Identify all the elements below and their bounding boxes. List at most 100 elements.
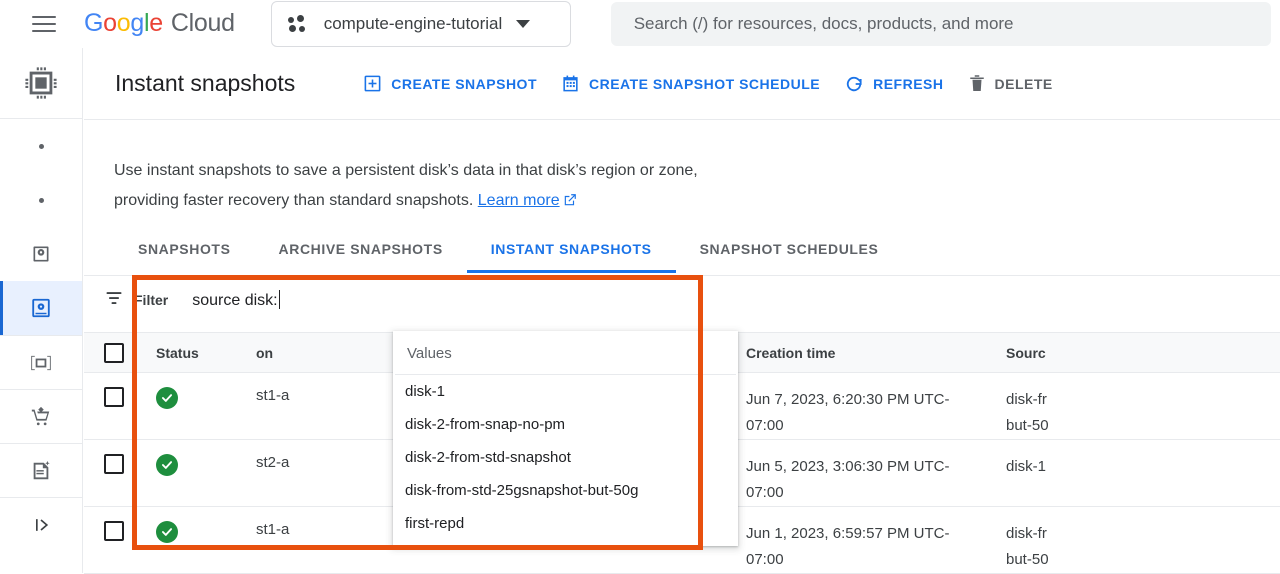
create-snapshot-label: CREATE SNAPSHOT [391, 75, 537, 92]
column-header-status[interactable]: Status [138, 345, 256, 361]
creation-time-line-2: 07:00 [746, 417, 784, 434]
left-rail [0, 48, 83, 573]
logo-letter-o2: o [116, 9, 131, 37]
learn-more-link[interactable]: Learn more [478, 192, 560, 209]
cell-status [138, 387, 256, 409]
cell-creation-time: Jun 5, 2023, 3:06:30 PM UTC- 07:00 [716, 454, 1006, 506]
column-header-creation-time[interactable]: Creation time [716, 340, 1006, 366]
tab-bar: SNAPSHOTS ARCHIVE SNAPSHOTS INSTANT SNAP… [84, 235, 1280, 275]
cell-creation-time: Jun 7, 2023, 6:20:30 PM UTC- 07:00 [716, 387, 1006, 439]
delete-button[interactable]: DELETE [956, 66, 1065, 101]
source-line-1: disk-fr [1006, 391, 1047, 408]
refresh-button[interactable]: REFRESH [832, 66, 955, 102]
sidebar-item-snapshots[interactable] [0, 281, 82, 335]
description-line-1: Use instant snapshots to save a persiste… [114, 162, 698, 179]
trash-icon [969, 75, 984, 91]
source-line-1: disk-fr [1006, 525, 1047, 542]
image-icon [31, 355, 51, 370]
logo-letter-g2: g [130, 9, 144, 37]
creation-time-line-2: 07:00 [746, 551, 784, 568]
tab-instant-snapshots[interactable]: INSTANT SNAPSHOTS [466, 235, 676, 273]
filter-icon[interactable] [104, 288, 124, 313]
expand-panel-icon [36, 518, 49, 531]
filter-label: Filter [134, 292, 169, 308]
logo-word-cloud: Cloud [170, 9, 235, 37]
dropdown-item-first-repd[interactable]: first-repd [393, 507, 738, 540]
status-ready-icon [156, 454, 178, 476]
select-all-checkbox[interactable] [104, 342, 124, 363]
cell-status [138, 454, 256, 476]
document-icon [33, 460, 50, 479]
filter-values-dropdown: Values disk-1 disk-2-from-snap-no-pm dis… [393, 331, 738, 546]
project-picker[interactable]: compute-engine-tutorial [270, 0, 571, 47]
filter-input[interactable]: source disk: [192, 290, 280, 310]
logo-letter-g: G [84, 9, 104, 37]
page-header: Instant snapshots CREATE SNAPSHOT CREATE… [84, 48, 1280, 120]
cell-source: disk-fr but-50 [1006, 521, 1280, 573]
column-header-source[interactable]: Sourc [1006, 340, 1280, 366]
dropdown-item-disk-from-std-25gsnapshot-but-50g[interactable]: disk-from-std-25gsnapshot-but-50g [393, 474, 738, 507]
description-line-2: providing faster recovery than standard … [114, 192, 474, 209]
sidebar-item-release-notes[interactable] [0, 443, 82, 497]
create-snapshot-icon [364, 75, 381, 92]
calendar-icon [563, 75, 578, 92]
creation-time-line-1: Jun 5, 2023, 3:06:30 PM UTC- [746, 458, 950, 475]
logo-letter-o1: o [103, 9, 117, 37]
text-cursor [278, 290, 280, 309]
create-snapshot-schedule-button[interactable]: CREATE SNAPSHOT SCHEDULE [549, 66, 832, 101]
refresh-label: REFRESH [873, 75, 944, 92]
creation-time-line-2: 07:00 [746, 484, 784, 501]
source-line-2: but-50 [1006, 417, 1049, 434]
search-input[interactable]: Search (/) for resources, docs, products… [610, 1, 1271, 46]
status-ready-icon [156, 387, 178, 409]
chevron-down-icon [516, 19, 531, 28]
hamburger-bar-2 [32, 22, 56, 25]
cell-creation-time: Jun 1, 2023, 6:59:57 PM UTC- 07:00 [716, 521, 1006, 573]
hamburger-bar-3 [32, 29, 56, 32]
source-line-2: but-50 [1006, 551, 1049, 568]
page-title: Instant snapshots [115, 70, 296, 96]
refresh-icon [846, 76, 862, 91]
dropdown-item-disk-1[interactable]: disk-1 [393, 375, 738, 408]
project-name: compute-engine-tutorial [323, 13, 503, 33]
tab-archive-snapshots[interactable]: ARCHIVE SNAPSHOTS [255, 235, 467, 273]
dropdown-item-disk-2-from-snap-no-pm[interactable]: disk-2-from-snap-no-pm [393, 408, 738, 441]
sidebar-expand-button[interactable] [0, 497, 82, 551]
snapshot-icon [32, 298, 50, 318]
filter-bar: Filter source disk: [84, 276, 1280, 324]
sidebar-item-images[interactable] [0, 335, 82, 389]
sidebar-item-marketplace[interactable] [0, 389, 82, 443]
rail-dot-1[interactable] [0, 119, 82, 173]
dropdown-title: Values [395, 339, 736, 375]
hamburger-bar-1 [32, 15, 56, 18]
create-snapshot-button[interactable]: CREATE SNAPSHOT [351, 66, 549, 101]
source-line-1: disk-1 [1006, 458, 1047, 475]
row-checkbox[interactable] [104, 454, 124, 474]
dot-icon [38, 143, 44, 149]
select-all-checkbox-cell[interactable] [84, 342, 138, 363]
row-checkbox[interactable] [104, 387, 124, 407]
creation-time-line-1: Jun 1, 2023, 6:59:57 PM UTC- [746, 525, 950, 542]
page-description: Use instant snapshots to save a persiste… [114, 156, 794, 218]
hamburger-icon[interactable] [20, 0, 68, 48]
cell-source: disk-1 [1006, 454, 1280, 480]
google-cloud-logo[interactable]: Google Cloud [84, 9, 235, 38]
row-checkbox[interactable] [104, 521, 124, 541]
logo-letter-e: e [149, 9, 163, 37]
compute-chip-icon[interactable] [0, 48, 82, 119]
rail-dot-2[interactable] [0, 173, 82, 227]
top-bar: Google Cloud compute-engine-tutorial Sea… [0, 0, 1280, 48]
project-dots-icon [287, 14, 310, 34]
filter-input-value: source disk: [192, 292, 278, 309]
tab-snapshots[interactable]: SNAPSHOTS [114, 235, 255, 273]
external-link-icon [563, 188, 577, 218]
row-checkbox-cell[interactable] [84, 454, 138, 474]
delete-label: DELETE [994, 75, 1053, 92]
create-snapshot-schedule-label: CREATE SNAPSHOT SCHEDULE [589, 75, 821, 92]
row-checkbox-cell[interactable] [84, 387, 138, 407]
row-checkbox-cell[interactable] [84, 521, 138, 541]
status-ready-icon [156, 521, 178, 543]
dropdown-item-disk-2-from-std-snapshot[interactable]: disk-2-from-std-snapshot [393, 441, 738, 474]
tab-snapshot-schedules[interactable]: SNAPSHOT SCHEDULES [676, 235, 903, 273]
sidebar-item-disks[interactable] [0, 227, 82, 281]
